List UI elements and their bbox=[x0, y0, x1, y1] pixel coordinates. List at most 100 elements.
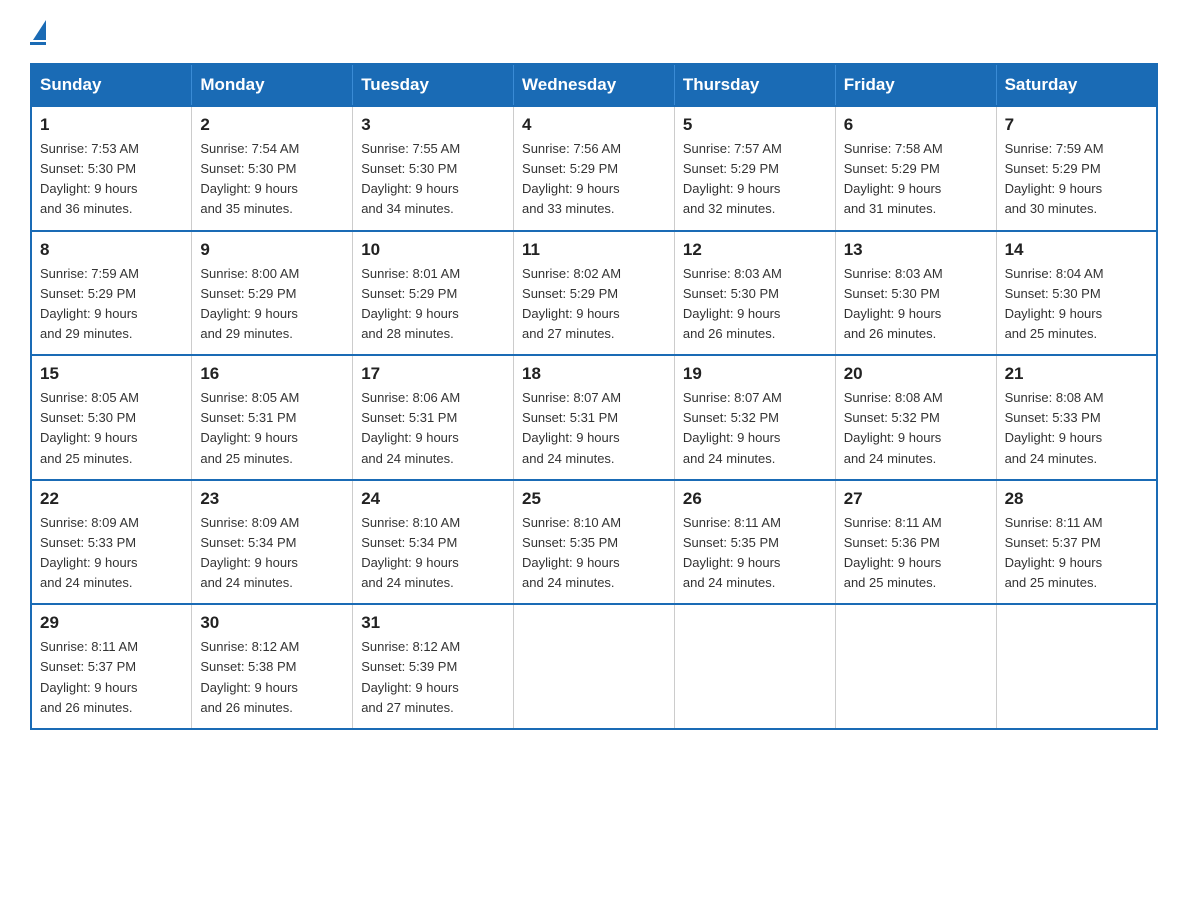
calendar-cell: 4 Sunrise: 7:56 AM Sunset: 5:29 PM Dayli… bbox=[514, 106, 675, 231]
calendar-cell: 25 Sunrise: 8:10 AM Sunset: 5:35 PM Dayl… bbox=[514, 480, 675, 605]
day-number: 30 bbox=[200, 613, 344, 633]
day-number: 11 bbox=[522, 240, 666, 260]
day-number: 24 bbox=[361, 489, 505, 509]
day-info: Sunrise: 8:03 AM Sunset: 5:30 PM Dayligh… bbox=[844, 264, 988, 345]
calendar-cell bbox=[996, 604, 1157, 729]
day-info: Sunrise: 8:08 AM Sunset: 5:33 PM Dayligh… bbox=[1005, 388, 1148, 469]
day-number: 10 bbox=[361, 240, 505, 260]
day-number: 26 bbox=[683, 489, 827, 509]
calendar-cell: 24 Sunrise: 8:10 AM Sunset: 5:34 PM Dayl… bbox=[353, 480, 514, 605]
day-number: 20 bbox=[844, 364, 988, 384]
day-info: Sunrise: 7:53 AM Sunset: 5:30 PM Dayligh… bbox=[40, 139, 183, 220]
column-header-sunday: Sunday bbox=[31, 64, 192, 106]
day-info: Sunrise: 7:56 AM Sunset: 5:29 PM Dayligh… bbox=[522, 139, 666, 220]
day-number: 29 bbox=[40, 613, 183, 633]
day-info: Sunrise: 8:11 AM Sunset: 5:36 PM Dayligh… bbox=[844, 513, 988, 594]
day-number: 8 bbox=[40, 240, 183, 260]
calendar-cell: 15 Sunrise: 8:05 AM Sunset: 5:30 PM Dayl… bbox=[31, 355, 192, 480]
calendar-cell: 11 Sunrise: 8:02 AM Sunset: 5:29 PM Dayl… bbox=[514, 231, 675, 356]
column-header-monday: Monday bbox=[192, 64, 353, 106]
day-number: 1 bbox=[40, 115, 183, 135]
day-number: 2 bbox=[200, 115, 344, 135]
page-header bbox=[30, 20, 1158, 45]
day-info: Sunrise: 7:59 AM Sunset: 5:29 PM Dayligh… bbox=[40, 264, 183, 345]
day-number: 18 bbox=[522, 364, 666, 384]
calendar-cell: 6 Sunrise: 7:58 AM Sunset: 5:29 PM Dayli… bbox=[835, 106, 996, 231]
calendar-cell: 10 Sunrise: 8:01 AM Sunset: 5:29 PM Dayl… bbox=[353, 231, 514, 356]
calendar-cell: 9 Sunrise: 8:00 AM Sunset: 5:29 PM Dayli… bbox=[192, 231, 353, 356]
calendar-cell: 31 Sunrise: 8:12 AM Sunset: 5:39 PM Dayl… bbox=[353, 604, 514, 729]
calendar-header-row: SundayMondayTuesdayWednesdayThursdayFrid… bbox=[31, 64, 1157, 106]
day-number: 12 bbox=[683, 240, 827, 260]
column-header-wednesday: Wednesday bbox=[514, 64, 675, 106]
calendar-cell: 14 Sunrise: 8:04 AM Sunset: 5:30 PM Dayl… bbox=[996, 231, 1157, 356]
day-info: Sunrise: 8:00 AM Sunset: 5:29 PM Dayligh… bbox=[200, 264, 344, 345]
day-info: Sunrise: 8:12 AM Sunset: 5:38 PM Dayligh… bbox=[200, 637, 344, 718]
day-number: 19 bbox=[683, 364, 827, 384]
day-info: Sunrise: 8:11 AM Sunset: 5:37 PM Dayligh… bbox=[1005, 513, 1148, 594]
day-info: Sunrise: 8:09 AM Sunset: 5:33 PM Dayligh… bbox=[40, 513, 183, 594]
calendar-cell: 7 Sunrise: 7:59 AM Sunset: 5:29 PM Dayli… bbox=[996, 106, 1157, 231]
calendar-cell: 20 Sunrise: 8:08 AM Sunset: 5:32 PM Dayl… bbox=[835, 355, 996, 480]
column-header-saturday: Saturday bbox=[996, 64, 1157, 106]
calendar-cell: 3 Sunrise: 7:55 AM Sunset: 5:30 PM Dayli… bbox=[353, 106, 514, 231]
day-number: 28 bbox=[1005, 489, 1148, 509]
day-number: 17 bbox=[361, 364, 505, 384]
day-info: Sunrise: 7:59 AM Sunset: 5:29 PM Dayligh… bbox=[1005, 139, 1148, 220]
column-header-thursday: Thursday bbox=[674, 64, 835, 106]
day-number: 4 bbox=[522, 115, 666, 135]
day-info: Sunrise: 8:10 AM Sunset: 5:34 PM Dayligh… bbox=[361, 513, 505, 594]
calendar-cell: 17 Sunrise: 8:06 AM Sunset: 5:31 PM Dayl… bbox=[353, 355, 514, 480]
day-number: 16 bbox=[200, 364, 344, 384]
column-header-tuesday: Tuesday bbox=[353, 64, 514, 106]
calendar-cell: 21 Sunrise: 8:08 AM Sunset: 5:33 PM Dayl… bbox=[996, 355, 1157, 480]
day-info: Sunrise: 8:05 AM Sunset: 5:31 PM Dayligh… bbox=[200, 388, 344, 469]
day-info: Sunrise: 8:07 AM Sunset: 5:32 PM Dayligh… bbox=[683, 388, 827, 469]
day-number: 6 bbox=[844, 115, 988, 135]
calendar-week-row: 15 Sunrise: 8:05 AM Sunset: 5:30 PM Dayl… bbox=[31, 355, 1157, 480]
day-number: 14 bbox=[1005, 240, 1148, 260]
calendar-cell: 8 Sunrise: 7:59 AM Sunset: 5:29 PM Dayli… bbox=[31, 231, 192, 356]
calendar-cell: 29 Sunrise: 8:11 AM Sunset: 5:37 PM Dayl… bbox=[31, 604, 192, 729]
calendar-week-row: 29 Sunrise: 8:11 AM Sunset: 5:37 PM Dayl… bbox=[31, 604, 1157, 729]
day-number: 27 bbox=[844, 489, 988, 509]
day-info: Sunrise: 8:10 AM Sunset: 5:35 PM Dayligh… bbox=[522, 513, 666, 594]
day-info: Sunrise: 8:08 AM Sunset: 5:32 PM Dayligh… bbox=[844, 388, 988, 469]
day-number: 21 bbox=[1005, 364, 1148, 384]
day-info: Sunrise: 8:09 AM Sunset: 5:34 PM Dayligh… bbox=[200, 513, 344, 594]
day-info: Sunrise: 7:58 AM Sunset: 5:29 PM Dayligh… bbox=[844, 139, 988, 220]
calendar-cell: 18 Sunrise: 8:07 AM Sunset: 5:31 PM Dayl… bbox=[514, 355, 675, 480]
calendar-cell bbox=[674, 604, 835, 729]
day-info: Sunrise: 8:04 AM Sunset: 5:30 PM Dayligh… bbox=[1005, 264, 1148, 345]
day-info: Sunrise: 7:54 AM Sunset: 5:30 PM Dayligh… bbox=[200, 139, 344, 220]
day-number: 22 bbox=[40, 489, 183, 509]
day-info: Sunrise: 7:55 AM Sunset: 5:30 PM Dayligh… bbox=[361, 139, 505, 220]
calendar-cell: 12 Sunrise: 8:03 AM Sunset: 5:30 PM Dayl… bbox=[674, 231, 835, 356]
calendar-cell: 2 Sunrise: 7:54 AM Sunset: 5:30 PM Dayli… bbox=[192, 106, 353, 231]
calendar-week-row: 22 Sunrise: 8:09 AM Sunset: 5:33 PM Dayl… bbox=[31, 480, 1157, 605]
day-number: 15 bbox=[40, 364, 183, 384]
day-number: 7 bbox=[1005, 115, 1148, 135]
calendar-week-row: 1 Sunrise: 7:53 AM Sunset: 5:30 PM Dayli… bbox=[31, 106, 1157, 231]
calendar-cell: 1 Sunrise: 7:53 AM Sunset: 5:30 PM Dayli… bbox=[31, 106, 192, 231]
day-number: 25 bbox=[522, 489, 666, 509]
day-info: Sunrise: 8:06 AM Sunset: 5:31 PM Dayligh… bbox=[361, 388, 505, 469]
day-number: 5 bbox=[683, 115, 827, 135]
day-number: 9 bbox=[200, 240, 344, 260]
calendar-table: SundayMondayTuesdayWednesdayThursdayFrid… bbox=[30, 63, 1158, 730]
calendar-cell: 16 Sunrise: 8:05 AM Sunset: 5:31 PM Dayl… bbox=[192, 355, 353, 480]
day-info: Sunrise: 8:01 AM Sunset: 5:29 PM Dayligh… bbox=[361, 264, 505, 345]
day-number: 13 bbox=[844, 240, 988, 260]
calendar-cell: 13 Sunrise: 8:03 AM Sunset: 5:30 PM Dayl… bbox=[835, 231, 996, 356]
calendar-cell: 26 Sunrise: 8:11 AM Sunset: 5:35 PM Dayl… bbox=[674, 480, 835, 605]
logo-triangle-icon bbox=[33, 20, 46, 40]
calendar-cell: 30 Sunrise: 8:12 AM Sunset: 5:38 PM Dayl… bbox=[192, 604, 353, 729]
logo-underline bbox=[30, 42, 46, 45]
calendar-cell: 22 Sunrise: 8:09 AM Sunset: 5:33 PM Dayl… bbox=[31, 480, 192, 605]
day-info: Sunrise: 8:11 AM Sunset: 5:37 PM Dayligh… bbox=[40, 637, 183, 718]
day-info: Sunrise: 8:12 AM Sunset: 5:39 PM Dayligh… bbox=[361, 637, 505, 718]
calendar-cell: 5 Sunrise: 7:57 AM Sunset: 5:29 PM Dayli… bbox=[674, 106, 835, 231]
logo bbox=[30, 20, 46, 45]
day-info: Sunrise: 8:02 AM Sunset: 5:29 PM Dayligh… bbox=[522, 264, 666, 345]
column-header-friday: Friday bbox=[835, 64, 996, 106]
